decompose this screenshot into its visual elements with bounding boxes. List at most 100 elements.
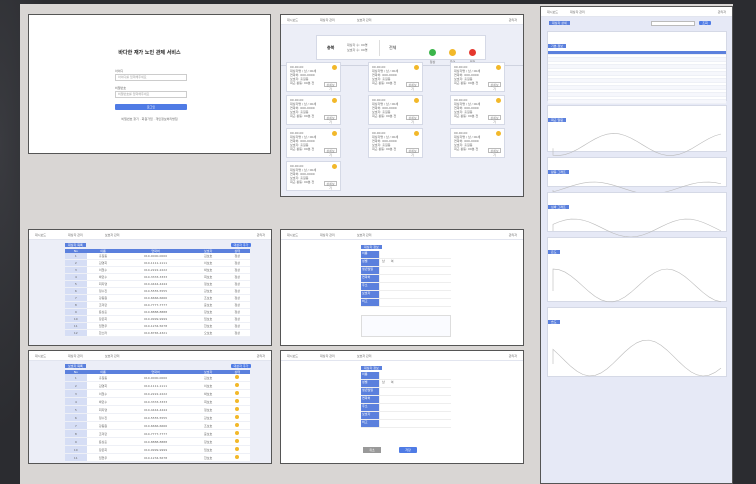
table-row[interactable]: 6 정수진 010-5555-5555 강보호 정상 — [65, 287, 250, 295]
login-button[interactable]: 로그인 — [115, 104, 187, 110]
card-detail-button[interactable]: 상세보기 — [406, 82, 419, 91]
card-detail-button[interactable]: 상세보기 — [488, 82, 501, 91]
green-dot-icon — [429, 49, 436, 56]
search-button[interactable]: 조회 — [699, 21, 711, 25]
form-input[interactable] — [379, 412, 451, 419]
card-detail-button[interactable]: 상세보기 — [406, 115, 419, 124]
gender-option[interactable]: 여 — [391, 259, 394, 263]
table-row[interactable]: 2 김영희 010-1111-1111 이보호 정상 — [65, 259, 250, 267]
login-footer-links[interactable]: 비밀번호 찾기 · 회원가입 · 개인정보처리방침 — [29, 117, 270, 121]
table-row[interactable]: 11 임현우 010-1234-5678 한보호 정상 — [65, 322, 250, 330]
card-detail-button[interactable]: 상세보기 — [488, 148, 501, 157]
card-detail-button[interactable]: 상세보기 — [488, 115, 501, 124]
form-input[interactable] — [379, 267, 451, 274]
nav-tab-dashboard[interactable]: 대시보드 — [287, 18, 298, 22]
nav-tab-dashboard[interactable]: 대시보드 — [35, 233, 46, 237]
table-row[interactable] — [548, 100, 726, 104]
dashboard-area: 충북 대상자 수: 00명 보호자 수: 00명 전체 정상 주의 위험 — [281, 25, 523, 196]
nav-user[interactable]: 관리자 — [257, 233, 265, 237]
table-row[interactable]: 5 최지영 010-4444-4444 정보호 정상 — [65, 280, 250, 288]
add-target-button[interactable]: 대상자 추가 — [231, 243, 251, 247]
form-input[interactable]: 남여 — [379, 380, 451, 387]
table-row[interactable]: 2 김영희 010-1111-1111 이보호 — [65, 381, 250, 390]
table-row[interactable]: 4 박민수 010-3333-3333 최보호 — [65, 397, 250, 406]
form-input[interactable] — [379, 420, 451, 427]
card-detail-button[interactable]: 상세보기 — [324, 148, 337, 157]
gender-option[interactable]: 남 — [382, 259, 385, 263]
card-detail-button[interactable]: 상세보기 — [324, 115, 337, 124]
pw-input[interactable]: 비밀번호를 입력해주세요 — [115, 91, 187, 98]
table-row[interactable]: 10 장은희 010-9999-9999 임보호 정상 — [65, 315, 250, 323]
nav-tab-guardian[interactable]: 보호자 관리 — [357, 354, 372, 358]
form-input[interactable] — [379, 388, 451, 395]
nav-tab-target[interactable]: 대상자 관리 — [320, 18, 335, 22]
table-row[interactable]: 12 한소라 010-8765-4321 오보호 정상 — [65, 329, 250, 337]
target-card[interactable]: 00.00.00 대상자명 / 남 / 00세 연락처: 000-0000 보호자: … — [286, 95, 341, 125]
form-input[interactable] — [379, 299, 451, 306]
target-card[interactable]: 00.00.00 대상자명 / 남 / 00세 연락처: 000-0000 보호자: … — [286, 128, 341, 158]
nav-user[interactable]: 관리자 — [509, 233, 517, 237]
table-row[interactable]: 7 강동원 010-6666-6666 조보호 — [65, 421, 250, 430]
nav-tab-guardian[interactable]: 보호자 관리 — [105, 354, 120, 358]
target-card[interactable]: 00.00.00 대상자명 / 남 / 00세 연락처: 000-0000 보호자: … — [286, 62, 341, 92]
form-input[interactable] — [379, 291, 451, 298]
nav-user[interactable]: 관리자 — [718, 10, 726, 14]
target-card[interactable]: 00.00.00 대상자명 / 남 / 00세 연락처: 000-0000 보호자: … — [368, 62, 423, 92]
target-card[interactable]: 00.00.00 대상자명 / 남 / 00세 연락처: 000-0000 보호자: … — [450, 128, 505, 158]
target-card[interactable]: 00.00.00 대상자명 / 남 / 00세 연락처: 000-0000 보호자: … — [368, 128, 423, 158]
nav-tab-dashboard[interactable]: 대시보드 — [547, 10, 558, 14]
nav-tab-guardian[interactable]: 보호자 관리 — [105, 233, 120, 237]
nav-tab-dashboard[interactable]: 대시보드 — [35, 354, 46, 358]
region-select[interactable]: 전체 — [389, 45, 396, 50]
nav-user[interactable]: 관리자 — [509, 18, 517, 22]
target-card[interactable]: 00.00.00 대상자명 / 남 / 00세 연락처: 000-0000 보호자: … — [450, 95, 505, 125]
nav-user[interactable]: 관리자 — [257, 354, 265, 358]
form-input[interactable] — [379, 404, 451, 411]
form-input[interactable] — [379, 396, 451, 403]
gender-option[interactable]: 남 — [382, 380, 385, 384]
form-input[interactable] — [379, 275, 451, 282]
nav-tab-target[interactable]: 대상자 관리 — [320, 233, 335, 237]
table-row[interactable]: 9 윤상훈 010-8888-8888 장보호 정상 — [65, 308, 250, 316]
date-range-input[interactable] — [651, 21, 695, 26]
table-row[interactable]: 1 홍길동 010-0000-0000 김보호 — [65, 374, 250, 382]
nav-tab-dashboard[interactable]: 대시보드 — [287, 354, 298, 358]
nav-user[interactable]: 관리자 — [509, 354, 517, 358]
gender-option[interactable]: 여 — [391, 380, 394, 384]
table-cell: 010-1111-1111 — [143, 383, 168, 388]
table-row[interactable]: 4 박민수 010-3333-3333 최보호 정상 — [65, 273, 250, 281]
table-row[interactable]: 11 임현우 010-1234-5678 한보호 — [65, 453, 250, 462]
form-input[interactable] — [379, 372, 451, 379]
nav-tab-dashboard[interactable]: 대시보드 — [287, 233, 298, 237]
nav-tab-target[interactable]: 대상자 관리 — [570, 10, 585, 14]
add-guardian-button[interactable]: 대상자 추가 — [231, 364, 251, 368]
nav-tab-target[interactable]: 대상자 관리 — [320, 354, 335, 358]
target-card[interactable]: 00.00.00 대상자명 / 남 / 00세 연락처: 000-0000 보호자: … — [286, 161, 341, 191]
nav-tab-guardian[interactable]: 보호자 관리 — [357, 233, 372, 237]
id-input[interactable]: 아이디를 입력해주세요 — [115, 74, 187, 81]
card-detail-button[interactable]: 상세보기 — [406, 148, 419, 157]
target-card[interactable]: 00.00.00 대상자명 / 남 / 00세 연락처: 000-0000 보호자: … — [368, 95, 423, 125]
form-input[interactable] — [379, 251, 451, 258]
cancel-button[interactable]: 취소 — [363, 447, 381, 453]
table-row[interactable]: 6 정수진 010-5555-5555 강보호 — [65, 413, 250, 422]
table-row[interactable]: 9 윤상훈 010-8888-8888 장보호 — [65, 437, 250, 446]
table-row[interactable]: 8 조미란 010-7777-7777 윤보호 — [65, 429, 250, 438]
table-row[interactable]: 10 장은희 010-9999-9999 임보호 — [65, 445, 250, 454]
table-row[interactable]: 7 강동원 010-6666-6666 조보호 정상 — [65, 294, 250, 302]
memo-box[interactable] — [361, 315, 451, 337]
nav-tab-target[interactable]: 대상자 관리 — [68, 354, 83, 358]
table-row[interactable]: 3 이철수 010-2222-2222 박보호 정상 — [65, 266, 250, 274]
nav-tab-target[interactable]: 대상자 관리 — [68, 233, 83, 237]
card-detail-button[interactable]: 상세보기 — [324, 82, 337, 91]
table-row[interactable]: 5 최지영 010-4444-4444 정보호 — [65, 405, 250, 414]
table-row[interactable]: 3 이철수 010-2222-2222 박보호 — [65, 389, 250, 398]
table-row[interactable]: 8 조미란 010-7777-7777 윤보호 정상 — [65, 301, 250, 309]
target-card[interactable]: 00.00.00 대상자명 / 남 / 00세 연락처: 000-0000 보호자: … — [450, 62, 505, 92]
form-input[interactable] — [379, 283, 451, 290]
detail-section: 활동 그래프 — [547, 157, 727, 195]
card-detail-button[interactable]: 상세보기 — [324, 181, 337, 190]
save-button[interactable]: 저장 — [399, 447, 417, 453]
form-input[interactable]: 남여 — [379, 259, 451, 266]
nav-tab-guardian[interactable]: 보호자 관리 — [357, 18, 372, 22]
